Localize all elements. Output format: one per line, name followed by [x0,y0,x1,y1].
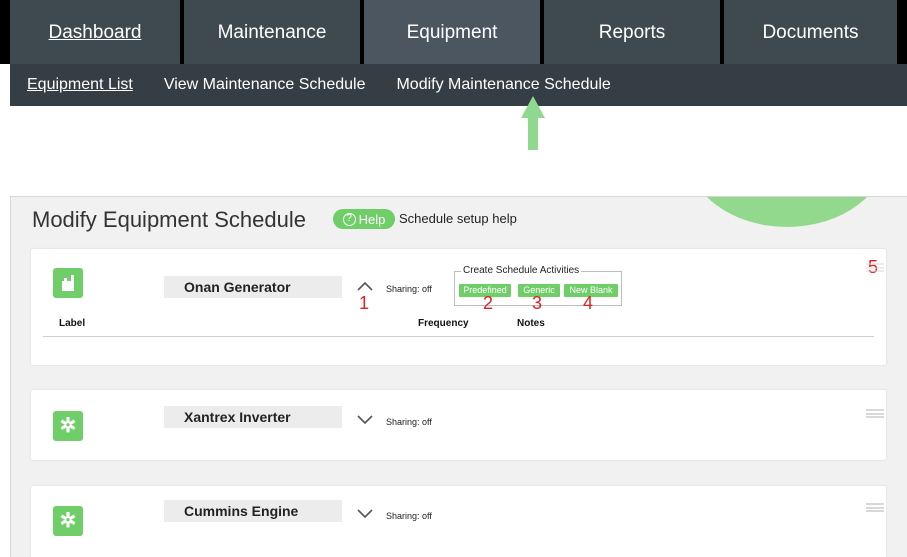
subnav-modify-maintenance-schedule[interactable]: Modify Maintenance Schedule [396,76,610,94]
help-button[interactable]: ? Help [333,209,395,229]
equipment-name[interactable]: Onan Generator [164,276,342,298]
equipment-card: Onan Generator Sharing: off Create Sched… [31,249,886,365]
schedule-panel: Modify Equipment Schedule ? Help Schedul… [10,196,907,557]
question-icon: ? [342,212,356,226]
chevron-down-icon[interactable] [357,413,373,425]
tab-dashboard[interactable]: Dashboard [10,0,180,64]
help-link[interactable]: Schedule setup help [399,211,517,226]
arrow-shaft [528,118,538,150]
drag-handle-icon[interactable] [866,503,884,512]
column-frequency: Frequency [418,318,469,329]
equipment-name[interactable]: Cummins Engine [164,500,342,522]
equipment-name[interactable]: Xantrex Inverter [164,406,342,428]
arrow-up-icon [521,96,545,118]
subnav-equipment-list[interactable]: Equipment List [27,76,133,94]
sharing-status: Sharing: off [386,511,432,521]
sharing-status: Sharing: off [386,417,432,427]
generator-icon [53,268,83,298]
annotation-3: 3 [532,293,543,313]
tab-documents[interactable]: Documents [724,0,897,64]
subnav-view-maintenance-schedule[interactable]: View Maintenance Schedule [164,76,366,94]
tab-equipment[interactable]: Equipment [364,0,540,64]
sub-navigation: Equipment List View Maintenance Schedule… [10,64,907,106]
drag-handle-icon[interactable] [866,409,884,418]
top-navigation: Dashboard Maintenance Equipment Reports … [0,0,907,64]
annotation-4: 4 [583,293,594,313]
equipment-card: ✲ Cummins Engine Sharing: off [31,486,886,557]
tab-reports[interactable]: Reports [544,0,720,64]
gear-icon: ✲ [53,506,83,536]
annotation-1: 1 [359,293,370,313]
chevron-up-icon[interactable] [357,280,373,292]
activities-legend: Create Schedule Activities [461,265,582,276]
annotation-2: 2 [483,293,494,313]
column-notes: Notes [517,318,545,329]
page-title: Modify Equipment Schedule [32,207,306,232]
column-label: Label [59,318,86,329]
divider [43,336,874,337]
chevron-down-icon[interactable] [357,507,373,519]
equipment-card: ✲ Xantrex Inverter Sharing: off [31,390,886,460]
gear-icon: ✲ [53,411,83,441]
decorative-circle [687,197,887,227]
main-tabs: Dashboard Maintenance Equipment Reports … [10,0,907,64]
drag-handle-icon[interactable] [866,263,884,272]
sharing-status: Sharing: off [386,284,432,294]
tab-maintenance[interactable]: Maintenance [184,0,360,64]
